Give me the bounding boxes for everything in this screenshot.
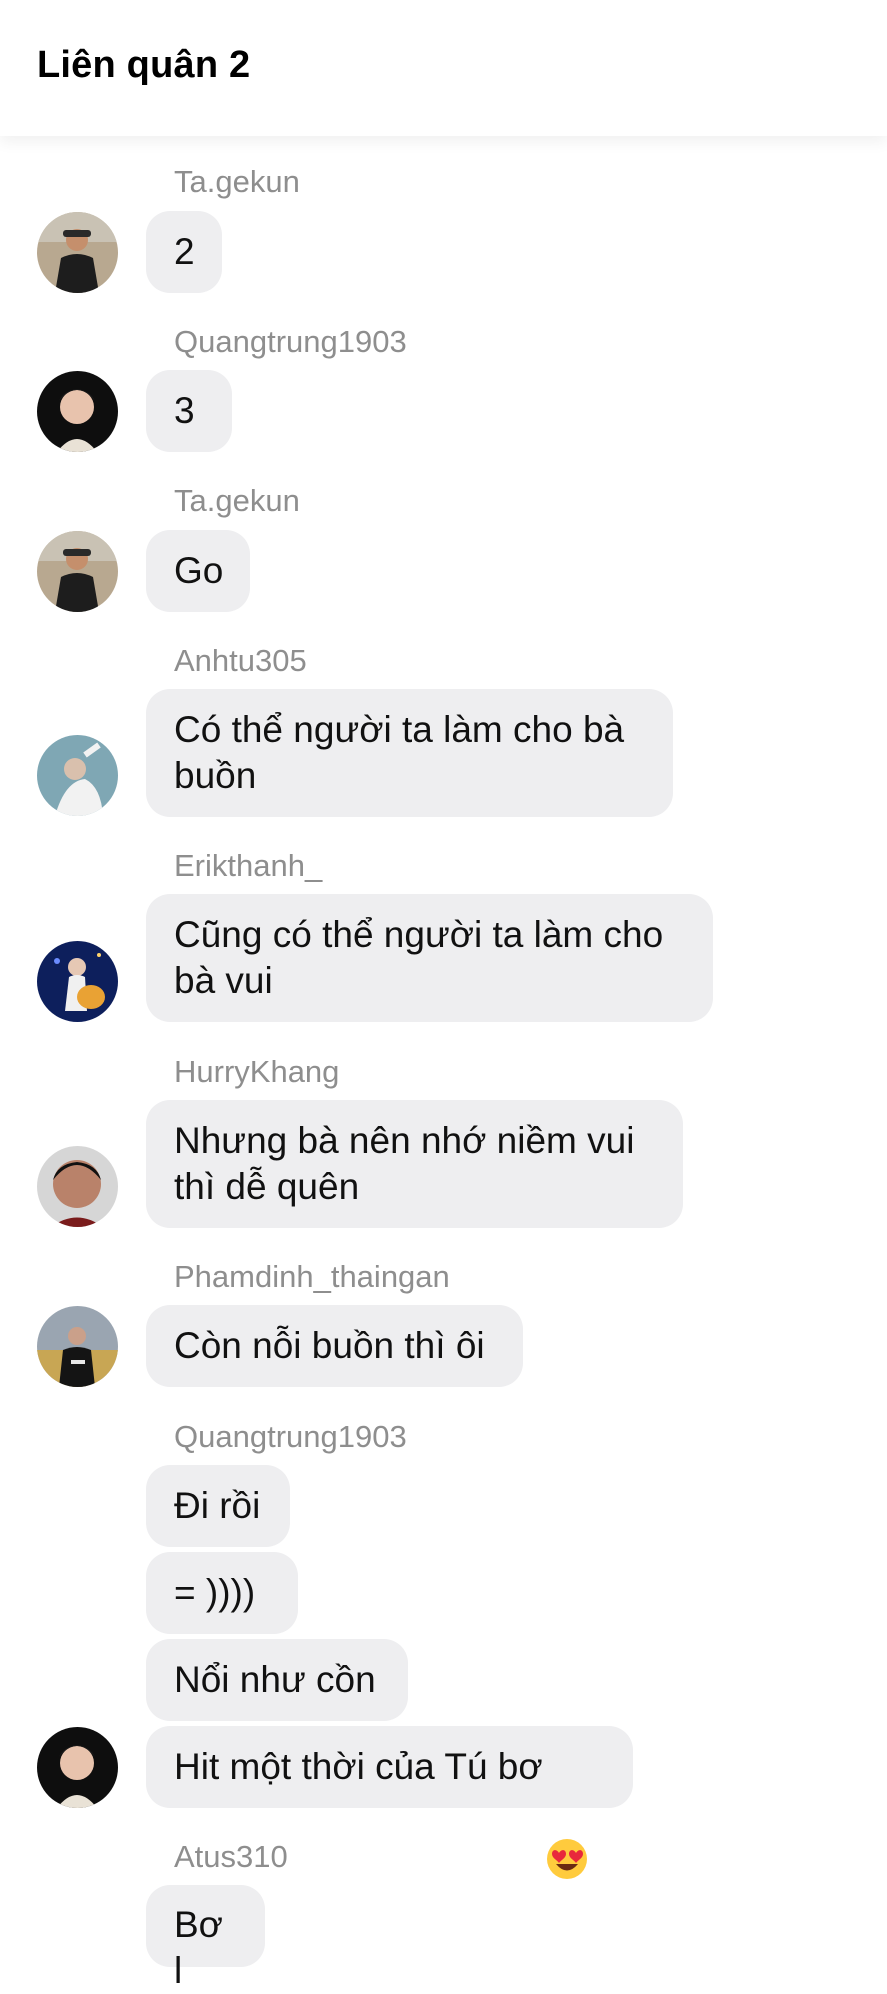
sender-name: Quangtrung1903 (174, 1419, 407, 1454)
avatar[interactable] (37, 941, 118, 1022)
chat-title[interactable]: Liên quân 2 (37, 44, 250, 87)
message-bubble[interactable]: Hit một thời của Tú bơ (146, 1726, 633, 1879)
sender-name: Ta.gekun (174, 164, 300, 199)
message-bubble[interactable]: Đi rồi (146, 1465, 290, 1547)
avatar[interactable] (37, 1146, 118, 1227)
message-bubble[interactable]: Cũng có thể người ta làm cho bà vui (146, 894, 713, 1022)
avatar[interactable] (37, 735, 118, 816)
avatar[interactable] (37, 1306, 118, 1387)
avatar[interactable] (37, 371, 118, 452)
message-bubble[interactable]: Go (146, 530, 250, 612)
sender-name: Ta.gekun (174, 483, 300, 518)
chat-header: Liên quân 2 (0, 0, 887, 136)
sender-name: Erikthanh_ (174, 848, 323, 883)
avatar[interactable] (37, 531, 118, 612)
sender-name: Anhtu305 (174, 643, 307, 678)
message-bubble[interactable]: Nổi như cồn (146, 1639, 408, 1721)
message-bubble[interactable]: = )))) (146, 1552, 298, 1634)
sender-name: Phamdinh_thaingan (174, 1259, 450, 1294)
message-bubble[interactable]: Nhưng bà nên nhớ niềm vui thì dễ quên (146, 1100, 683, 1228)
sender-name: Atus310 (174, 1839, 288, 1874)
avatar[interactable] (37, 1727, 118, 1808)
message-bubble[interactable]: 3 (146, 370, 232, 452)
heart-eyes-emoji (545, 1745, 589, 1879)
message-bubble[interactable]: Có thể người ta làm cho bà buồn (146, 689, 673, 817)
avatar[interactable] (37, 212, 118, 293)
chat-thread[interactable]: Ta.gekun 2 Quangtrung1903 3 Ta.gekun Go … (0, 0, 887, 1991)
sender-name: Quangtrung1903 (174, 324, 407, 359)
sender-name: HurryKhang (174, 1054, 340, 1089)
message-bubble[interactable]: 2 (146, 211, 222, 293)
message-bubble[interactable]: Còn nỗi buồn thì ôi (146, 1305, 523, 1387)
message-bubble[interactable]: Bơ l (146, 1885, 265, 1991)
message-text: Hit một thời của Tú bơ (174, 1746, 543, 1787)
